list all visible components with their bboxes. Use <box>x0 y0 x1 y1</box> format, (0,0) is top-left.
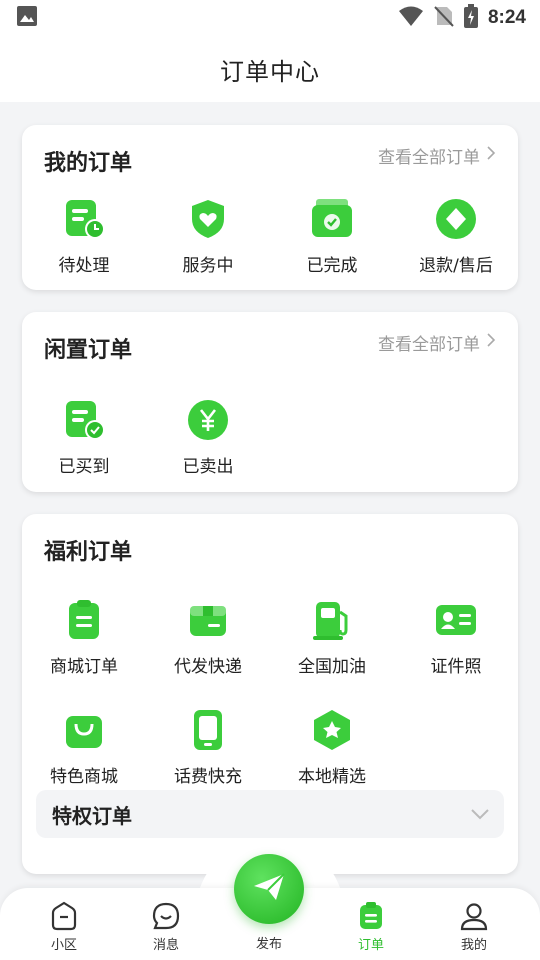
tab-messages[interactable]: 消息 <box>126 900 206 953</box>
order-refund-item[interactable]: 退款/售后 <box>394 197 518 276</box>
no-sim-icon <box>434 5 454 31</box>
order-refund-label: 退款/售后 <box>419 256 493 276</box>
tab-profile[interactable]: 我的 <box>434 900 514 953</box>
welfare-express-label: 代发快递 <box>174 657 242 677</box>
heart-shield-icon <box>186 197 230 241</box>
welfare-phone-recharge-item[interactable]: 话费快充 <box>146 708 270 787</box>
order-pending-label: 待处理 <box>58 256 110 276</box>
tab-messages-label: 消息 <box>152 938 179 953</box>
privilege-orders-label: 特权订单 <box>52 803 132 828</box>
battery-charging-icon <box>463 4 478 32</box>
gallery-notification-icon <box>16 5 38 31</box>
welfare-featured-mall-label: 特色商城 <box>50 767 118 787</box>
view-all-label: 查看全部订单 <box>378 335 480 355</box>
fuel-pump-icon <box>310 598 354 642</box>
home-icon <box>48 900 80 932</box>
welfare-fuel-label: 全国加油 <box>298 657 366 677</box>
welfare-id-photo-label: 证件照 <box>430 657 482 677</box>
chevron-right-icon <box>486 332 496 353</box>
user-icon <box>458 900 490 932</box>
idle-bought-label: 已买到 <box>58 457 110 477</box>
view-all-label: 查看全部订单 <box>378 148 480 168</box>
chevron-right-icon <box>486 145 496 166</box>
idle-orders-card: 闲置订单 查看全部订单 已买到 已卖出 <box>22 312 518 492</box>
bought-doc-icon <box>62 398 106 442</box>
idle-orders-view-all-link[interactable]: 查看全部订单 <box>378 330 496 355</box>
welfare-id-photo-item[interactable]: 证件照 <box>394 598 518 677</box>
tab-publish-label: 发布 <box>255 937 282 952</box>
shopping-bag-icon <box>62 708 106 752</box>
tab-orders[interactable]: 订单 <box>331 900 411 953</box>
welfare-express-item[interactable]: 代发快递 <box>146 598 270 677</box>
page-title: 订单中心 <box>220 57 320 86</box>
refund-diamond-icon <box>434 197 478 241</box>
welfare-orders-card: 福利订单 商城订单 代发快递 全国加油 证件照 特色商城 话费快充 本地精选 特… <box>22 514 518 874</box>
order-in-service-item[interactable]: 服务中 <box>146 197 270 276</box>
tab-community-label: 小区 <box>50 938 77 953</box>
my-orders-view-all-link[interactable]: 查看全部订单 <box>378 143 496 168</box>
star-badge-icon <box>310 708 354 752</box>
wifi-icon <box>398 5 424 31</box>
message-icon <box>150 900 182 932</box>
order-completed-item[interactable]: 已完成 <box>270 197 394 276</box>
welfare-orders-title: 福利订单 <box>44 540 133 565</box>
welfare-mall-orders-label: 商城订单 <box>50 657 118 677</box>
tab-profile-label: 我的 <box>460 938 487 953</box>
status-time: 8:24 <box>487 7 526 28</box>
idle-orders-title: 闲置订单 <box>44 338 133 363</box>
order-icon <box>355 900 387 932</box>
clipboard-icon <box>62 598 106 642</box>
status-bar: 8:24 <box>0 0 540 36</box>
idle-sold-label: 已卖出 <box>182 457 234 477</box>
privilege-orders-row[interactable]: 特权订单 <box>36 790 504 838</box>
order-completed-label: 已完成 <box>306 256 358 276</box>
chevron-down-icon <box>470 805 490 824</box>
idle-sold-item[interactable]: 已卖出 <box>146 398 270 477</box>
tab-community[interactable]: 小区 <box>24 900 104 953</box>
welfare-local-picks-label: 本地精选 <box>298 767 366 787</box>
welfare-featured-mall-item[interactable]: 特色商城 <box>22 708 146 787</box>
welfare-mall-orders-item[interactable]: 商城订单 <box>22 598 146 677</box>
id-card-icon <box>434 598 478 642</box>
welfare-local-picks-item[interactable]: 本地精选 <box>270 708 394 787</box>
yen-coin-icon <box>186 398 230 442</box>
tab-orders-label: 订单 <box>357 938 384 953</box>
order-in-service-label: 服务中 <box>182 256 234 276</box>
idle-bought-item[interactable]: 已买到 <box>22 398 146 477</box>
my-orders-card: 我的订单 查看全部订单 待处理 服务中 已完成 退款/售后 <box>22 125 518 290</box>
page-header: 订单中心 <box>0 36 540 102</box>
my-orders-title: 我的订单 <box>44 151 133 176</box>
completed-box-icon <box>310 197 354 241</box>
phone-icon <box>186 708 230 752</box>
welfare-phone-recharge-label: 话费快充 <box>174 767 242 787</box>
order-pending-item[interactable]: 待处理 <box>22 197 146 276</box>
pending-doc-icon <box>62 197 106 241</box>
paper-plane-icon <box>251 869 287 909</box>
welfare-fuel-item[interactable]: 全国加油 <box>270 598 394 677</box>
publish-button[interactable] <box>234 854 304 924</box>
package-icon <box>186 598 230 642</box>
